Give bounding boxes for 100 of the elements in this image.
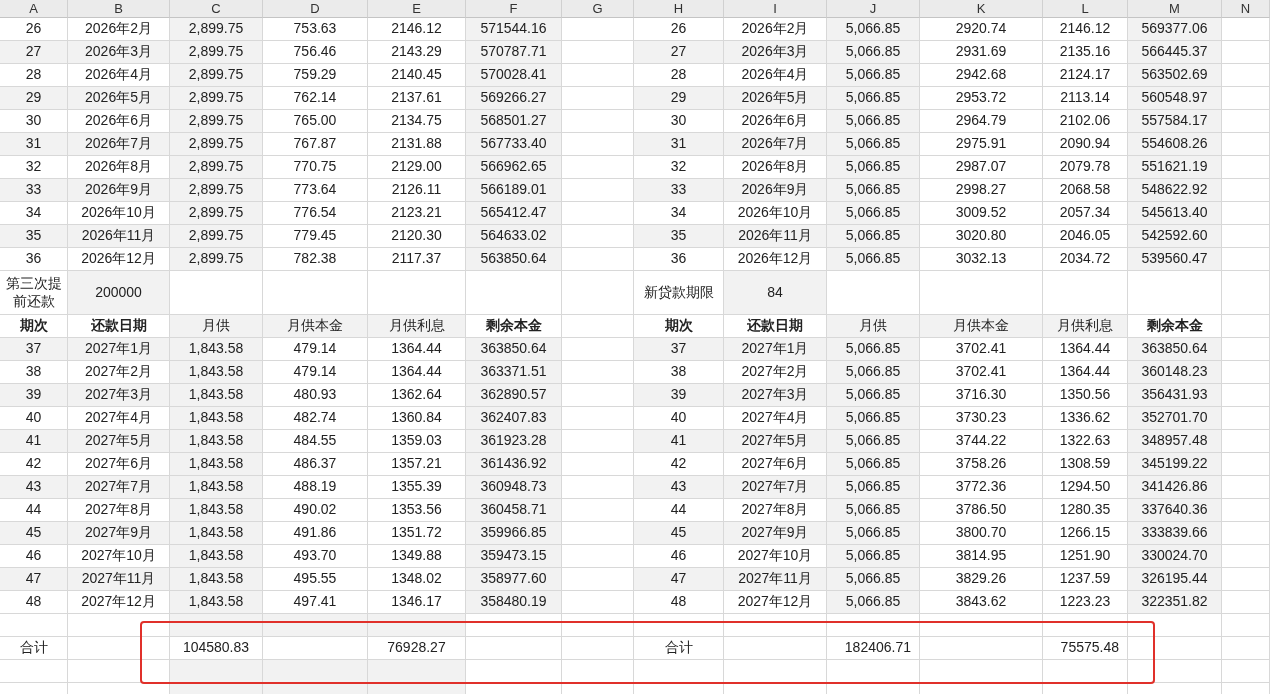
table-cell: 35 — [0, 225, 68, 248]
table-cell: 566962.65 — [466, 156, 562, 179]
table-cell: 358977.60 — [466, 568, 562, 591]
column-header[interactable]: H — [634, 0, 724, 18]
table-cell: 2027年2月 — [724, 361, 827, 384]
table-cell: 1,843.58 — [170, 545, 263, 568]
table-cell: 5,066.85 — [827, 18, 920, 41]
table-cell: 3702.41 — [920, 361, 1043, 384]
table-cell: 322351.82 — [1128, 591, 1222, 614]
column-header[interactable]: N — [1222, 0, 1270, 18]
table-cell: 42 — [634, 453, 724, 476]
table-cell: 36 — [634, 248, 724, 271]
table-cell: 1322.63 — [1043, 430, 1128, 453]
table-cell: 2126.11 — [368, 179, 466, 202]
table-cell: 75575.48 — [1043, 637, 1128, 660]
table-cell: 2026年3月 — [68, 41, 170, 64]
table-cell: 548622.92 — [1128, 179, 1222, 202]
table-cell: 45 — [0, 522, 68, 545]
table-cell: 359966.85 — [466, 522, 562, 545]
table-cell: 2,899.75 — [170, 110, 263, 133]
table-cell: 2046.05 — [1043, 225, 1128, 248]
table-cell: 32 — [0, 156, 68, 179]
table-cell: 2057.34 — [1043, 202, 1128, 225]
column-header[interactable]: M — [1128, 0, 1222, 18]
column-header[interactable]: L — [1043, 0, 1128, 18]
column-header[interactable]: J — [827, 0, 920, 18]
table-cell: 545613.40 — [1128, 202, 1222, 225]
table-cell: 5,066.85 — [827, 225, 920, 248]
table-cell: 2,899.75 — [170, 156, 263, 179]
table-cell: 2,899.75 — [170, 225, 263, 248]
table-cell: 3829.26 — [920, 568, 1043, 591]
table-cell: 5,066.85 — [827, 202, 920, 225]
table-cell: 491.86 — [263, 522, 368, 545]
table-cell: 3730.23 — [920, 407, 1043, 430]
column-heading: 月供利息 — [368, 315, 466, 338]
table-cell: 26 — [634, 18, 724, 41]
table-cell: 330024.70 — [1128, 545, 1222, 568]
table-cell: 46 — [634, 545, 724, 568]
table-cell: 2027年3月 — [724, 384, 827, 407]
column-heading: 剩余本金 — [1128, 315, 1222, 338]
table-cell: 2027年8月 — [724, 499, 827, 522]
table-cell: 358480.19 — [466, 591, 562, 614]
table-cell: 1359.03 — [368, 430, 466, 453]
table-cell: 570787.71 — [466, 41, 562, 64]
table-cell: 568501.27 — [466, 110, 562, 133]
table-cell: 36 — [0, 248, 68, 271]
table-cell: 551621.19 — [1128, 156, 1222, 179]
table-cell: 30 — [634, 110, 724, 133]
table-cell: 3843.62 — [920, 591, 1043, 614]
table-cell: 29 — [0, 87, 68, 110]
column-header[interactable]: K — [920, 0, 1043, 18]
table-cell: 新贷款期限 — [634, 271, 724, 315]
column-header[interactable]: I — [724, 0, 827, 18]
table-cell: 2143.29 — [368, 41, 466, 64]
table-cell: 38 — [0, 361, 68, 384]
table-cell: 3009.52 — [920, 202, 1043, 225]
table-cell: 2027年4月 — [68, 407, 170, 430]
table-cell: 2026年3月 — [724, 41, 827, 64]
table-cell: 482.74 — [263, 407, 368, 430]
table-cell: 2079.78 — [1043, 156, 1128, 179]
table-cell: 5,066.85 — [827, 110, 920, 133]
table-cell: 360458.71 — [466, 499, 562, 522]
table-cell: 539560.47 — [1128, 248, 1222, 271]
table-cell: 5,066.85 — [827, 545, 920, 568]
table-cell: 1,843.58 — [170, 476, 263, 499]
table-cell: 2034.72 — [1043, 248, 1128, 271]
table-cell: 41 — [0, 430, 68, 453]
table-cell: 352701.70 — [1128, 407, 1222, 430]
table-cell: 2027年6月 — [68, 453, 170, 476]
table-cell: 2026年6月 — [724, 110, 827, 133]
table-cell: 31 — [634, 133, 724, 156]
table-cell: 104580.83 — [170, 637, 263, 660]
table-cell: 41 — [634, 430, 724, 453]
table-cell: 362407.83 — [466, 407, 562, 430]
column-header[interactable]: A — [0, 0, 68, 18]
table-cell: 2,899.75 — [170, 202, 263, 225]
table-cell: 2027年10月 — [68, 545, 170, 568]
table-cell: 3020.80 — [920, 225, 1043, 248]
table-cell: 5,066.85 — [827, 338, 920, 361]
table-cell: 2027年3月 — [68, 384, 170, 407]
column-header[interactable]: G — [562, 0, 634, 18]
table-cell: 40 — [0, 407, 68, 430]
column-header[interactable]: E — [368, 0, 466, 18]
column-header[interactable]: D — [263, 0, 368, 18]
table-cell: 1308.59 — [1043, 453, 1128, 476]
table-cell: 2975.91 — [920, 133, 1043, 156]
table-cell: 2931.69 — [920, 41, 1043, 64]
table-cell: 39 — [634, 384, 724, 407]
table-cell: 47 — [634, 568, 724, 591]
table-cell: 2,899.75 — [170, 133, 263, 156]
column-header[interactable]: B — [68, 0, 170, 18]
table-cell: 3702.41 — [920, 338, 1043, 361]
table-cell: 2027年1月 — [724, 338, 827, 361]
column-header[interactable]: F — [466, 0, 562, 18]
table-cell: 5,066.85 — [827, 248, 920, 271]
column-header[interactable]: C — [170, 0, 263, 18]
table-cell: 1280.35 — [1043, 499, 1128, 522]
table-cell: 2026年4月 — [724, 64, 827, 87]
table-cell: 2,899.75 — [170, 87, 263, 110]
table-cell: 42 — [0, 453, 68, 476]
